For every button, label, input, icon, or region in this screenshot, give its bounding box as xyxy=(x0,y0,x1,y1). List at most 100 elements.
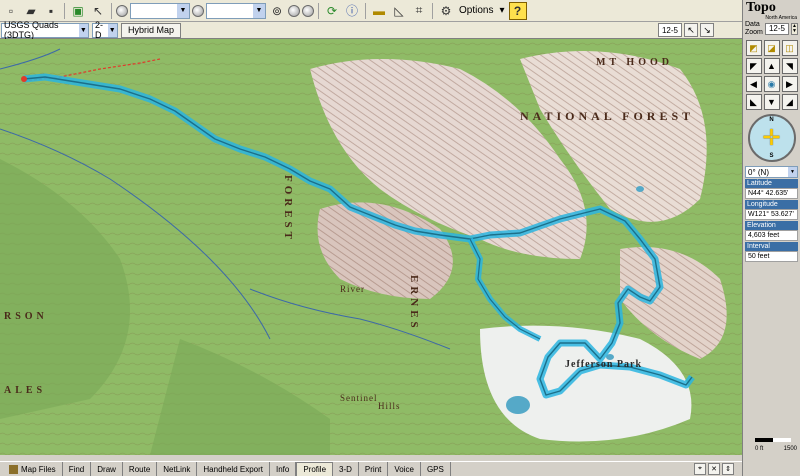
help-icon[interactable]: ? xyxy=(508,1,527,20)
tab-3d[interactable]: 3-D xyxy=(333,462,359,476)
chevron-down-icon: ▼ xyxy=(177,3,189,18)
gear-icon[interactable]: ⚙ xyxy=(437,2,455,20)
longitude-value: W121° 53.627' xyxy=(745,209,798,220)
map-label-jefferson-park: Jefferson Park xyxy=(565,359,643,370)
compass-rose[interactable]: N ✛ S xyxy=(747,114,796,162)
zoom-in-icon[interactable]: ↖ xyxy=(684,23,698,37)
compass-north-label: N xyxy=(769,117,774,123)
compass-south-label: S xyxy=(769,153,774,159)
lake xyxy=(636,186,644,192)
tab-profile[interactable]: Profile xyxy=(296,462,334,476)
info-icon[interactable]: ⓘ xyxy=(343,2,361,20)
tab-map-files[interactable]: Map Files xyxy=(3,462,63,476)
topo-map[interactable]: NATIONAL FOREST MT HOOD Jefferson Park F… xyxy=(0,39,742,455)
trailhead-marker[interactable] xyxy=(21,76,27,82)
brand-title: Topo xyxy=(746,0,776,15)
tab-label: GPS xyxy=(426,464,444,474)
pan-northwest-icon[interactable]: ◤ xyxy=(745,58,762,74)
map-label-forest: FOREST xyxy=(282,175,294,244)
view-mode-select[interactable]: 2-D ▼ xyxy=(92,20,118,40)
topo-app-window: ▫ ▰ ▪ ▣ ↖ ▼ ▼ ⊚ ⟳ ⓘ ▬ ◺ ⌗ ⚙ Options ▾ ? … xyxy=(0,0,800,476)
map-label-mt-hood: MT HOOD xyxy=(596,57,673,68)
tab-print[interactable]: Print xyxy=(359,462,389,476)
zoom-out-icon[interactable]: ↘ xyxy=(700,23,714,37)
zoom-label: Zoom xyxy=(745,29,763,36)
radio-button[interactable] xyxy=(116,4,128,17)
latitude-value: N44° 42.635' xyxy=(745,188,798,199)
binoculars-icon[interactable]: ⊚ xyxy=(268,2,286,20)
bearing-select[interactable]: 0° (N) ▼ xyxy=(745,166,798,178)
pan-southwest-icon[interactable]: ◣ xyxy=(745,94,762,110)
tab-label: Handheld Export xyxy=(203,464,263,474)
tab-route[interactable]: Route xyxy=(123,462,158,476)
main-toolbar: ▫ ▰ ▪ ▣ ↖ ▼ ▼ ⊚ ⟳ ⓘ ▬ ◺ ⌗ ⚙ Options ▾ ? xyxy=(0,0,742,22)
zoom-out-icon[interactable]: ◪ xyxy=(763,40,780,56)
scale-start-label: 0 ft xyxy=(755,446,764,452)
tab-draw[interactable]: Draw xyxy=(91,462,123,476)
print-icon[interactable]: ▣ xyxy=(69,2,87,20)
scan-icon[interactable]: ⌗ xyxy=(410,2,428,20)
zoom-area-icon[interactable]: ◫ xyxy=(781,40,798,56)
toolbar-divider xyxy=(365,2,366,19)
tab-voice[interactable]: Voice xyxy=(388,462,421,476)
toolbar-divider xyxy=(111,2,112,19)
refresh-icon[interactable]: ⟳ xyxy=(323,2,341,20)
pan-northeast-icon[interactable]: ◥ xyxy=(781,58,798,74)
map-series-select[interactable]: USGS Quads (3DTG) ▼ xyxy=(1,20,89,40)
map-label-rson: RSON xyxy=(4,311,48,322)
place-select[interactable]: ▼ xyxy=(206,2,266,19)
interval-value: 50 feet xyxy=(745,251,798,262)
map-label-national-forest: NATIONAL FOREST xyxy=(520,109,695,123)
interval-label: Interval xyxy=(745,242,798,251)
tab-label: 3-D xyxy=(339,464,352,474)
navigation-panel: Topo North America Data Zoom 12-5 ▲ ▼ ◩ ◪… xyxy=(742,0,800,476)
pan-west-icon[interactable]: ◀ xyxy=(745,76,762,92)
pan-east-icon[interactable]: ▶ xyxy=(781,76,798,92)
tab-label: Voice xyxy=(394,464,414,474)
map-label-river: River xyxy=(340,284,365,294)
new-file-icon[interactable]: ▫ xyxy=(2,2,20,20)
tab-find[interactable]: Find xyxy=(63,462,92,476)
data-zoom-value[interactable]: 12-5 xyxy=(764,23,789,35)
tab-gps[interactable]: GPS xyxy=(421,462,451,476)
pan-south-icon[interactable]: ▼ xyxy=(763,94,780,110)
pan-north-icon[interactable]: ▲ xyxy=(763,58,780,74)
zoom-level-display: 12-5 xyxy=(658,23,682,37)
ruler-icon[interactable]: ▬ xyxy=(370,2,388,20)
map-label-wilderness: ERNES xyxy=(408,275,420,332)
layer-select[interactable]: ▼ xyxy=(130,2,190,19)
open-folder-icon[interactable]: ▰ xyxy=(22,2,40,20)
elevation-value: 4,603 feet xyxy=(745,230,798,241)
close-icon[interactable]: ✕ xyxy=(708,463,720,475)
tab-handheld-export[interactable]: Handheld Export xyxy=(197,462,270,476)
toolbar-divider xyxy=(64,2,65,19)
tab-label: Print xyxy=(364,464,382,474)
compass-pointer-icon: ✛ xyxy=(762,125,781,150)
chevron-down-icon: ▼ xyxy=(78,23,88,37)
longitude-label: Longitude xyxy=(745,200,798,209)
options-menu[interactable]: Options xyxy=(457,5,495,16)
save-icon[interactable]: ▪ xyxy=(42,2,60,20)
chevron-down-icon: ▼ xyxy=(253,3,265,18)
chevron-down-icon[interactable]: ▾ xyxy=(497,5,506,16)
zoom-in-icon[interactable]: ◩ xyxy=(745,40,762,56)
profile-chart-icon[interactable]: ◺ xyxy=(390,2,408,20)
chevron-down-icon: ▼ xyxy=(788,167,797,177)
tab-netlink[interactable]: NetLink xyxy=(157,462,198,476)
zoom-spinner[interactable]: ▲ ▼ xyxy=(791,23,798,35)
radio-button[interactable] xyxy=(288,4,300,17)
folder-icon xyxy=(9,464,18,474)
tab-label: Info xyxy=(276,464,290,474)
radio-button[interactable] xyxy=(192,4,204,17)
pan-southeast-icon[interactable]: ◢ xyxy=(781,94,798,110)
tab-info[interactable]: Info xyxy=(270,462,297,476)
center-icon[interactable]: ◉ xyxy=(763,76,780,92)
radio-button[interactable] xyxy=(302,4,314,17)
map-label-ales: ALES xyxy=(4,385,47,396)
pin-icon[interactable]: ⌖ xyxy=(694,463,706,475)
bearing-value: 0° (N) xyxy=(748,167,769,177)
select-arrow-icon[interactable]: ↖ xyxy=(89,2,107,20)
tab-label: Map Files xyxy=(21,464,56,474)
hybrid-map-button[interactable]: Hybrid Map xyxy=(121,22,182,38)
expand-icon[interactable]: ⇕ xyxy=(722,463,734,475)
